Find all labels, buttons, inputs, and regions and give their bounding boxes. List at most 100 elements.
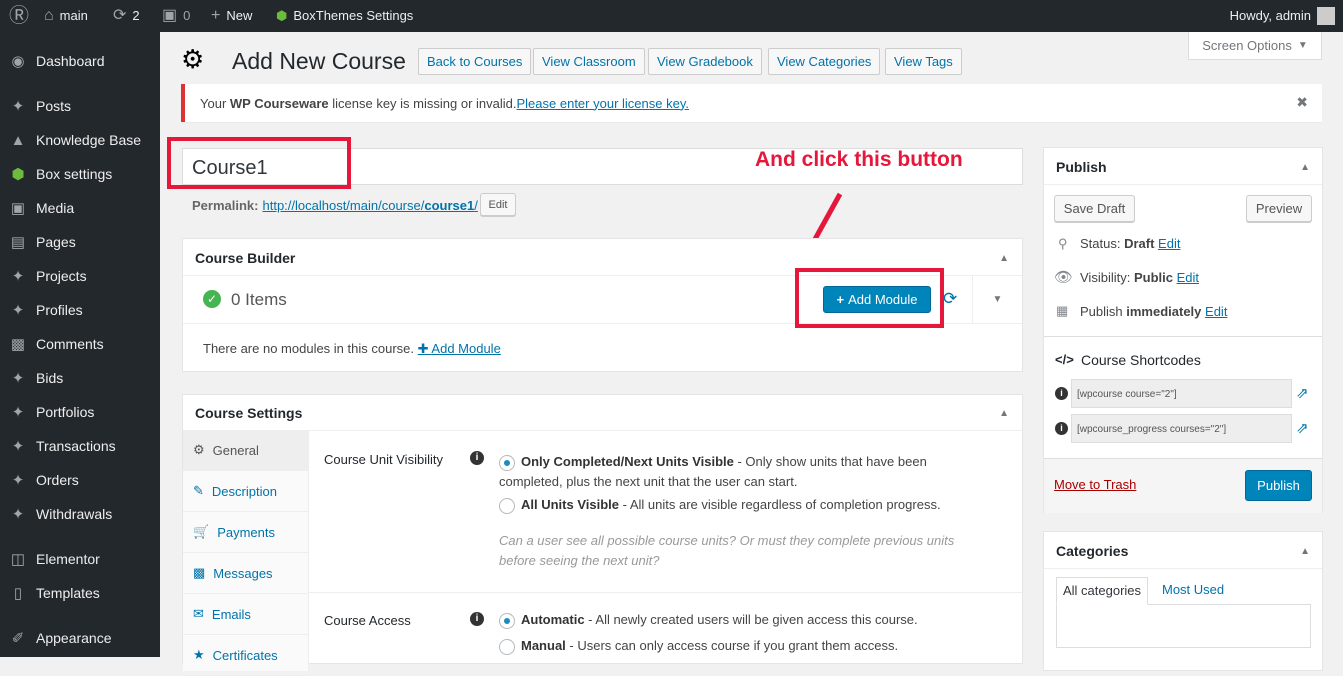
tab-all-categories[interactable]: All categories xyxy=(1056,577,1149,605)
visibility-edit-link[interactable]: Edit xyxy=(1177,270,1199,285)
collapse-icon[interactable]: ▲ xyxy=(1300,546,1310,557)
visibility-option-2[interactable]: All Units Visible - All units are visibl… xyxy=(499,495,941,515)
sidebar-item-transactions[interactable]: ✦ Transactions xyxy=(0,429,160,463)
pin-icon: ⚲ xyxy=(1058,236,1068,251)
external-link-icon[interactable]: ⇗ xyxy=(1296,419,1309,437)
new-link[interactable]: + New xyxy=(211,0,252,32)
shortcode-field[interactable]: [wpcourse course="2"] xyxy=(1071,379,1292,408)
permalink-url[interactable]: http://localhost/main/course/course1/ xyxy=(262,198,477,213)
tab-description[interactable]: ✎ Description xyxy=(183,471,309,512)
info-icon[interactable]: i xyxy=(1055,422,1068,435)
header-button-view-classroom[interactable]: View Classroom xyxy=(533,48,645,75)
new-label: New xyxy=(226,8,253,23)
header-button-view-categories[interactable]: View Categories xyxy=(768,48,881,75)
updates-count: 2 xyxy=(132,8,140,23)
info-icon[interactable]: i xyxy=(470,612,484,626)
sidebar-item-label: Media xyxy=(36,200,75,216)
admin-sidebar: ◉ Dashboard ✦ Posts ▲ Knowledge Base ⬢ Box sett… xyxy=(0,32,160,657)
unit-visibility-label: Course Unit Visibility xyxy=(324,452,443,467)
sidebar-item-dashboard[interactable]: ◉ Dashboard xyxy=(0,44,160,78)
sidebar-item-bids[interactable]: ✦ Bids xyxy=(0,361,160,395)
collapse-icon[interactable]: ▲ xyxy=(999,408,1009,419)
visibility-help: Can a user see all possible course units… xyxy=(499,533,955,568)
sidebar-item-pages[interactable]: ▤ Pages xyxy=(0,225,160,259)
code-icon: </> xyxy=(1055,352,1074,367)
media-icon: ▣ xyxy=(10,200,26,217)
info-icon[interactable]: i xyxy=(1055,387,1068,400)
account-menu[interactable]: Howdy, admin xyxy=(1230,0,1335,32)
pages-icon: ▤ xyxy=(10,234,26,251)
comments-link[interactable]: ▣ 0 xyxy=(162,0,190,32)
caret-down-icon: ▼ xyxy=(992,294,1003,305)
caret-down-icon: ▼ xyxy=(1297,40,1308,51)
preview-button[interactable]: Preview xyxy=(1246,195,1312,222)
sidebar-item-label: Appearance xyxy=(36,630,112,646)
sidebar-item-posts[interactable]: ✦ Posts xyxy=(0,89,160,123)
tab-most-used[interactable]: Most Used xyxy=(1156,577,1230,605)
permalink-row: Permalink: http://localhost/main/course/… xyxy=(192,198,478,213)
dismiss-icon[interactable]: ✖ xyxy=(1296,94,1308,111)
updates-link[interactable]: ⟳ 2 xyxy=(113,0,140,32)
sidebar-item-label: Withdrawals xyxy=(36,506,113,522)
radio-selected[interactable] xyxy=(499,612,515,629)
license-key-link[interactable]: Please enter your license key. xyxy=(517,96,689,111)
save-draft-button[interactable]: Save Draft xyxy=(1054,195,1135,222)
collapse-icon[interactable]: ▲ xyxy=(1300,162,1310,173)
tab-messages[interactable]: ▩ Messages xyxy=(183,553,309,594)
sidebar-item-label: Projects xyxy=(36,268,87,284)
header-button-view-gradebook[interactable]: View Gradebook xyxy=(648,48,762,75)
sidebar-item-label: Knowledge Base xyxy=(36,132,142,148)
publish-time-edit-link[interactable]: Edit xyxy=(1205,304,1227,319)
sidebar-item-media[interactable]: ▣ Media xyxy=(0,191,160,225)
sidebar-item-templates[interactable]: ▯ Templates xyxy=(0,576,160,610)
add-module-link[interactable]: ✚ Add Module xyxy=(418,341,501,356)
brush-icon: ✐ xyxy=(11,630,25,647)
collapse-icon[interactable]: ▲ xyxy=(999,253,1009,264)
site-link[interactable]: ⌂ main xyxy=(44,0,88,32)
boxthemes-settings-link[interactable]: ⬢ BoxThemes Settings xyxy=(276,0,413,32)
header-button-back-to-courses[interactable]: Back to Courses xyxy=(418,48,532,75)
shortcode-field[interactable]: [wpcourse_progress courses="2"] xyxy=(1071,414,1292,443)
sidebar-item-appearance[interactable]: ✐ Appearance xyxy=(0,621,160,655)
tab-payments[interactable]: 🛒 Payments xyxy=(183,512,309,553)
eye-icon: 👁 xyxy=(1054,269,1074,286)
access-option-1[interactable]: Automatic - All newly created users will… xyxy=(499,610,918,630)
tab-emails[interactable]: ✉ Emails xyxy=(183,594,309,635)
sidebar-item-withdrawals[interactable]: ✦ Withdrawals xyxy=(0,497,160,531)
sidebar-item-label: Templates xyxy=(36,585,100,601)
screen-options-button[interactable]: Screen Options ▼ xyxy=(1188,32,1322,60)
course-settings-title: Course Settings xyxy=(195,405,303,421)
sidebar-item-comments[interactable]: ▩ Comments xyxy=(0,327,160,361)
radio-selected[interactable] xyxy=(499,454,515,471)
sidebar-item-orders[interactable]: ✦ Orders xyxy=(0,463,160,497)
sidebar-item-label: Box settings xyxy=(36,166,113,182)
sidebar-item-profiles[interactable]: ✦ Profiles xyxy=(0,293,160,327)
info-icon[interactable]: i xyxy=(470,451,484,465)
annotation-text: And click this button xyxy=(755,148,963,171)
sidebar-item-label: Transactions xyxy=(36,438,116,454)
status-edit-link[interactable]: Edit xyxy=(1158,236,1180,251)
visibility-option-1[interactable]: Only Completed/Next Units Visible - Only… xyxy=(499,452,994,492)
sidebar-item-box-settings[interactable]: ⬢ Box settings xyxy=(0,157,160,191)
access-option-2[interactable]: Manual - Users can only access course if… xyxy=(499,636,898,656)
move-to-trash-link[interactable]: Move to Trash xyxy=(1054,477,1136,492)
radio[interactable] xyxy=(499,638,515,655)
sidebar-item-portfolios[interactable]: ✦ Portfolios xyxy=(0,395,160,429)
sidebar-item-knowledge-base[interactable]: ▲ Knowledge Base xyxy=(0,123,160,157)
external-link-icon[interactable]: ⇗ xyxy=(1296,384,1309,402)
visibility-row: Visibility: Public Edit xyxy=(1080,270,1199,285)
header-button-view-tags[interactable]: View Tags xyxy=(885,48,962,75)
permalink-label: Permalink: xyxy=(192,198,259,213)
toggle-dropdown[interactable]: ▼ xyxy=(972,276,1022,323)
sidebar-item-projects[interactable]: ✦ Projects xyxy=(0,259,160,293)
radio[interactable] xyxy=(499,497,515,514)
shortcodes-title: Course Shortcodes xyxy=(1081,352,1201,368)
tab-certificates[interactable]: ★ Certificates xyxy=(183,635,309,676)
refresh-icon[interactable]: ⟳ xyxy=(943,289,957,309)
wordpress-logo-icon[interactable]: Ⓡ xyxy=(9,0,29,32)
empty-modules-text: There are no modules in this course. ✚ A… xyxy=(203,341,501,356)
sidebar-item-elementor[interactable]: ◫ Elementor xyxy=(0,542,160,576)
publish-button[interactable]: Publish xyxy=(1245,470,1312,501)
tab-general[interactable]: ⚙ General xyxy=(183,430,309,471)
permalink-edit-button[interactable]: Edit xyxy=(480,193,516,216)
